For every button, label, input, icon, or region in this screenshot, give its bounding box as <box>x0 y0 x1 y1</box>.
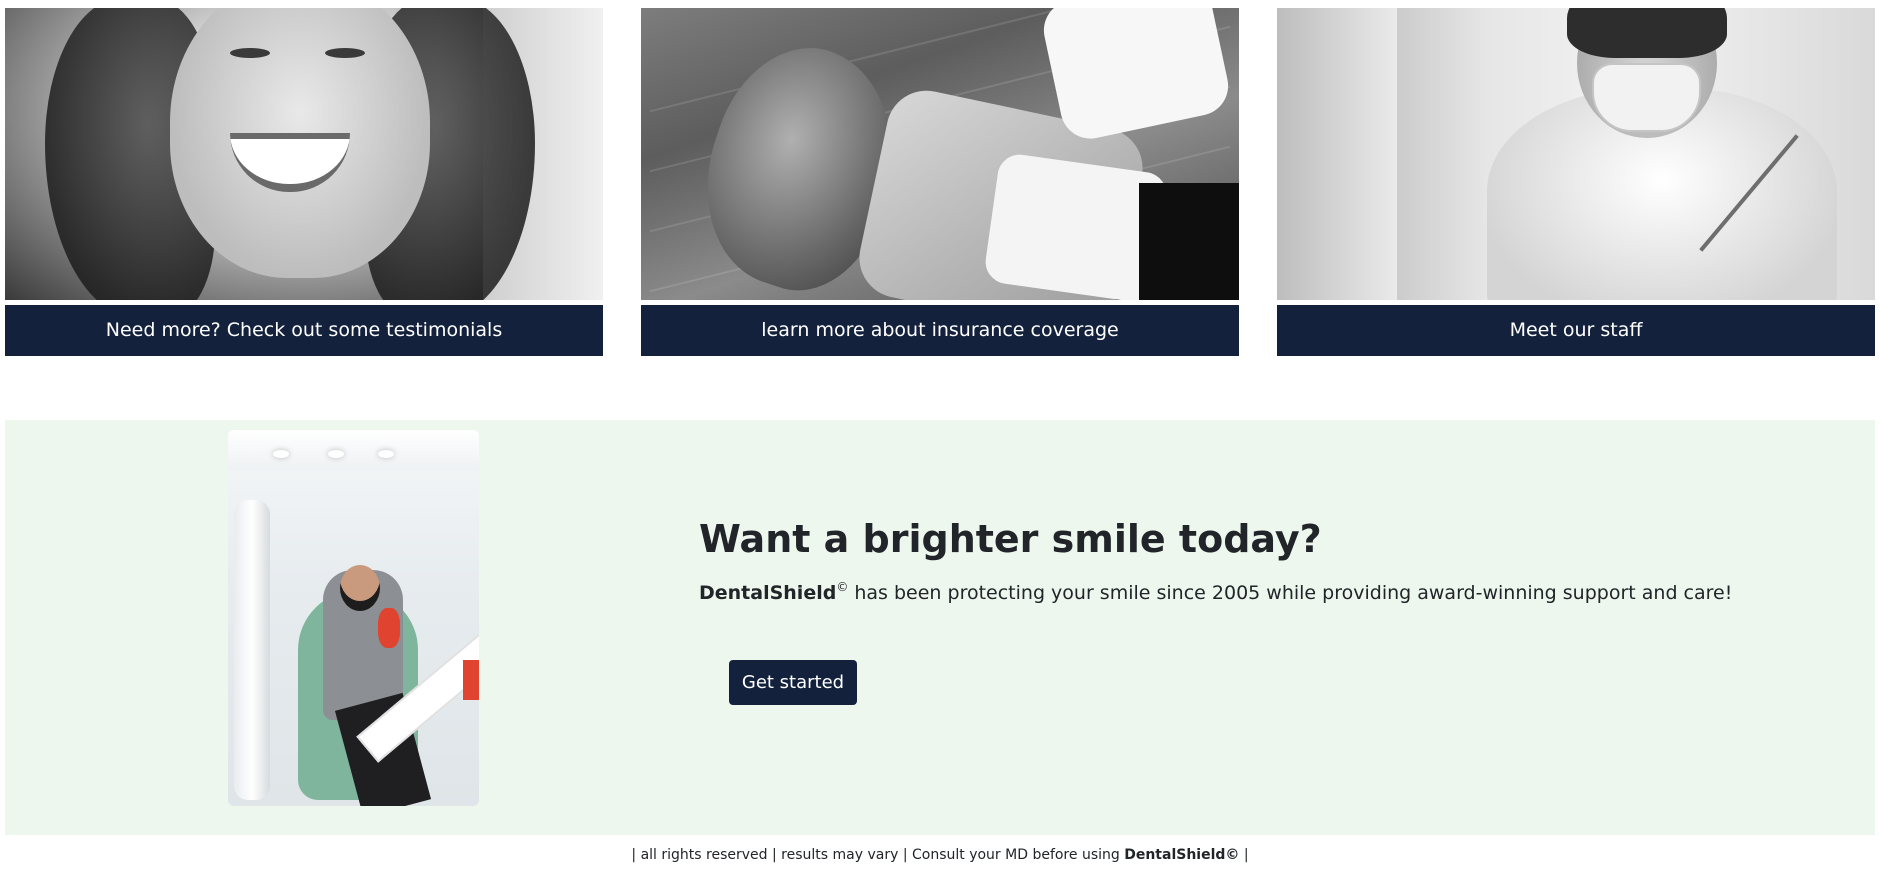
photo-eye-left <box>230 48 270 58</box>
dental-chair-photo <box>641 8 1239 300</box>
footer-end: | <box>1239 847 1249 863</box>
cta-heading: Want a brighter smile today? <box>699 517 1322 561</box>
dental-lamp <box>1038 8 1234 145</box>
staff-card: Meet our staff <box>1277 8 1875 356</box>
photo-window <box>1277 8 1397 300</box>
footer-brand: DentalShield© <box>1124 847 1240 863</box>
copyright-symbol: © <box>836 580 849 594</box>
patient-head <box>340 565 380 611</box>
ceiling-light <box>378 450 394 458</box>
dark-corner <box>1139 183 1239 300</box>
photo-eye-right <box>325 48 365 58</box>
staff-link[interactable]: Meet our staff <box>1277 305 1875 356</box>
testimonials-card: Need more? Check out some testimonials <box>5 8 603 356</box>
feature-cards: Need more? Check out some testimonials l… <box>5 8 1875 356</box>
patient-in-dental-chair-photo <box>228 430 479 806</box>
footer: | all rights reserved | results may vary… <box>0 847 1880 863</box>
cta-tagline: DentalShield© has been protecting your s… <box>699 580 1732 604</box>
tagline-text: has been protecting your smile since 200… <box>848 582 1733 604</box>
photo-ceiling <box>228 430 479 470</box>
dentist-hair <box>1567 8 1727 58</box>
get-started-button[interactable]: Get started <box>729 660 857 705</box>
ceiling-light <box>273 450 289 458</box>
cta-section: Want a brighter smile today? DentalShiel… <box>5 420 1875 835</box>
hand-mirror <box>378 608 400 648</box>
chair-red-accent <box>463 660 479 700</box>
dentist-at-work-photo <box>1277 8 1875 300</box>
dentist-mask <box>1592 63 1701 132</box>
insurance-card: learn more about insurance coverage <box>641 8 1239 356</box>
insurance-link[interactable]: learn more about insurance coverage <box>641 305 1239 356</box>
smiling-woman-photo <box>5 8 603 300</box>
testimonials-link[interactable]: Need more? Check out some testimonials <box>5 305 603 356</box>
brand-name: DentalShield <box>699 582 837 604</box>
footer-text: | all rights reserved | results may vary… <box>631 847 1125 863</box>
ceiling-light <box>328 450 344 458</box>
dental-arm-left <box>234 500 270 800</box>
